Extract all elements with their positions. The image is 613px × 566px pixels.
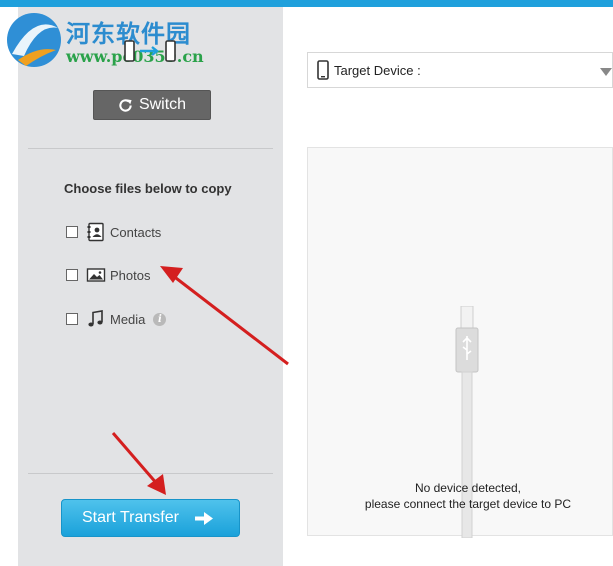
start-transfer-label: Start Transfer [82, 509, 179, 526]
contacts-label: Contacts [110, 224, 162, 240]
info-icon[interactable]: i [153, 312, 167, 326]
target-device-label: Target Device : [334, 62, 421, 78]
contacts-icon [87, 222, 104, 242]
dropdown-arrow-icon[interactable] [600, 68, 612, 76]
start-transfer-button[interactable]: Start Transfer [61, 499, 240, 537]
phone-transfer-icon [124, 40, 176, 62]
switch-button[interactable]: Switch [93, 90, 211, 120]
media-label: Media [110, 311, 146, 327]
photos-icon [86, 268, 106, 282]
target-device-selector[interactable]: Target Device : [307, 52, 613, 88]
contacts-checkbox[interactable] [66, 226, 78, 238]
device-connection-area: No device detected, please connect the t… [307, 147, 613, 538]
photos-checkbox[interactable] [66, 269, 78, 281]
top-accent-bar [0, 0, 613, 7]
refresh-icon [119, 98, 132, 112]
music-note-icon [88, 310, 103, 327]
divider [28, 473, 273, 474]
divider [28, 148, 273, 149]
photos-label: Photos [110, 267, 151, 283]
no-device-message-line2: please connect the target device to PC [364, 497, 572, 511]
media-checkbox[interactable] [66, 313, 78, 325]
phone-icon [317, 60, 329, 80]
arrow-right-icon [195, 512, 213, 525]
switch-button-label: Switch [138, 96, 187, 113]
no-device-message-line1: No device detected, [414, 481, 522, 495]
watermark-logo [7, 13, 61, 67]
file-option-contacts[interactable]: Contacts [66, 222, 161, 242]
file-option-photos[interactable]: Photos [66, 265, 150, 285]
choose-files-title: Choose files below to copy [64, 181, 232, 196]
file-option-media[interactable]: Media i [66, 309, 167, 329]
